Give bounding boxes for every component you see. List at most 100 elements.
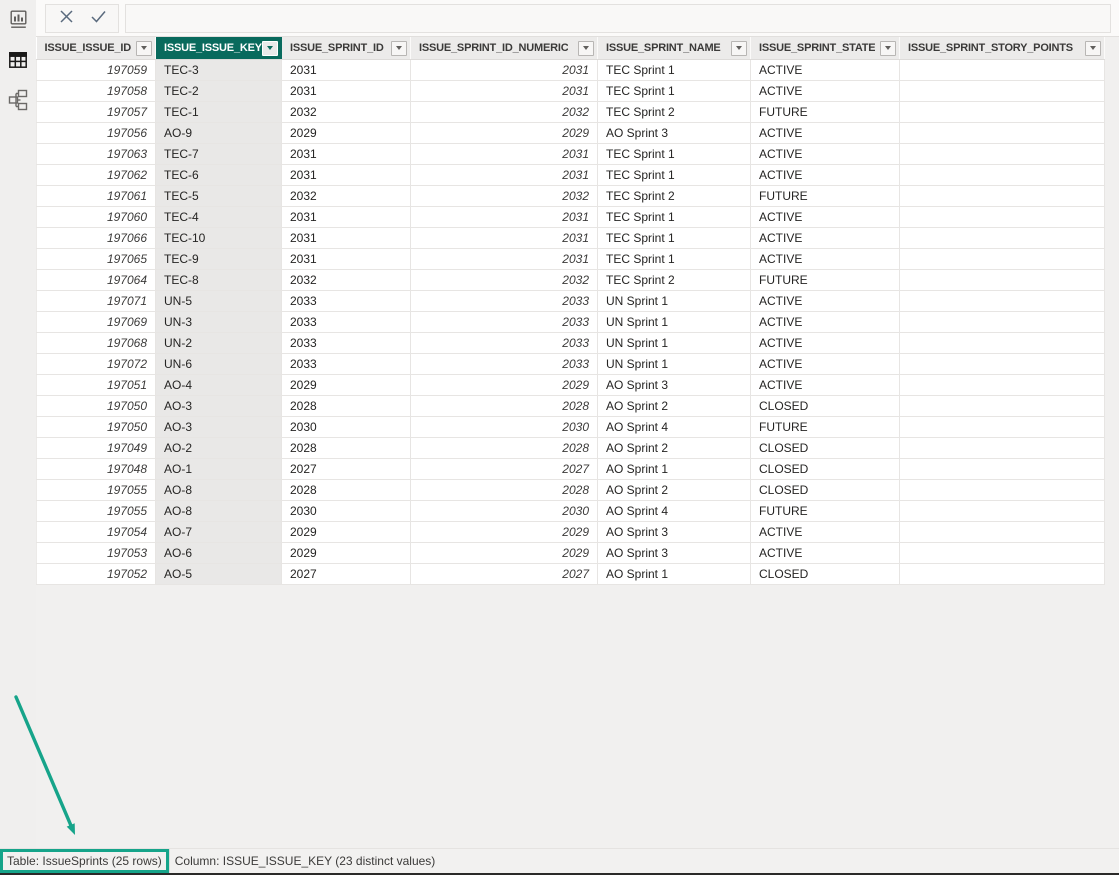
cell[interactable]: CLOSED	[751, 459, 900, 480]
cell[interactable]: AO Sprint 1	[598, 564, 751, 585]
cell[interactable]: TEC-5	[156, 186, 282, 207]
cell[interactable]: 2027	[282, 459, 411, 480]
cell[interactable]	[900, 501, 1105, 522]
column-filter-dropdown-icon[interactable]	[880, 41, 896, 56]
cell[interactable]: 2030	[411, 501, 598, 522]
cell[interactable]: AO Sprint 4	[598, 501, 751, 522]
cell[interactable]: 2031	[282, 207, 411, 228]
cell[interactable]	[900, 60, 1105, 81]
cell[interactable]: TEC-6	[156, 165, 282, 186]
cell[interactable]: TEC Sprint 1	[598, 165, 751, 186]
cell[interactable]: 2027	[411, 564, 598, 585]
cell[interactable]: 197050	[37, 396, 156, 417]
cell[interactable]: ACTIVE	[751, 354, 900, 375]
cell[interactable]: 2032	[411, 186, 598, 207]
cell[interactable]: 2033	[282, 291, 411, 312]
cell[interactable]: UN Sprint 1	[598, 312, 751, 333]
cell[interactable]: 197058	[37, 81, 156, 102]
column-header-issue_sprint_id_numeric[interactable]: ISSUE_SPRINT_ID_NUMERIC	[411, 37, 598, 60]
cell[interactable]	[900, 522, 1105, 543]
formula-input[interactable]	[125, 4, 1111, 33]
cell[interactable]: 2028	[411, 438, 598, 459]
cell[interactable]: 2028	[282, 396, 411, 417]
cell[interactable]: TEC Sprint 1	[598, 207, 751, 228]
cell[interactable]: FUTURE	[751, 102, 900, 123]
cell[interactable]: 2029	[411, 123, 598, 144]
cell[interactable]: AO-2	[156, 438, 282, 459]
cell[interactable]: ACTIVE	[751, 81, 900, 102]
cell[interactable]: TEC-4	[156, 207, 282, 228]
cell[interactable]: 197056	[37, 123, 156, 144]
cell[interactable]	[900, 396, 1105, 417]
cell[interactable]: 2032	[411, 270, 598, 291]
cell[interactable]: 197068	[37, 333, 156, 354]
cell[interactable]	[900, 186, 1105, 207]
cell[interactable]: 2029	[282, 375, 411, 396]
cell[interactable]: 2031	[411, 165, 598, 186]
cell[interactable]: 197063	[37, 144, 156, 165]
cell[interactable]: AO Sprint 2	[598, 396, 751, 417]
cell[interactable]: FUTURE	[751, 417, 900, 438]
cell[interactable]	[900, 249, 1105, 270]
cell[interactable]: 197051	[37, 375, 156, 396]
cell[interactable]: TEC-3	[156, 60, 282, 81]
cell[interactable]: 2030	[282, 417, 411, 438]
cell[interactable]: TEC Sprint 1	[598, 60, 751, 81]
cell[interactable]: CLOSED	[751, 564, 900, 585]
cell[interactable]	[900, 123, 1105, 144]
column-filter-dropdown-icon[interactable]	[262, 41, 278, 56]
cell[interactable]: AO Sprint 3	[598, 375, 751, 396]
cell[interactable]: FUTURE	[751, 270, 900, 291]
cell[interactable]	[900, 207, 1105, 228]
cell[interactable]: 2027	[282, 564, 411, 585]
cell[interactable]: 197062	[37, 165, 156, 186]
sidebar-item-model-view[interactable]	[6, 90, 30, 114]
cell[interactable]	[900, 480, 1105, 501]
cell[interactable]	[900, 333, 1105, 354]
cell[interactable]: 2028	[411, 480, 598, 501]
cell[interactable]: ACTIVE	[751, 333, 900, 354]
cell[interactable]: 197064	[37, 270, 156, 291]
cell[interactable]: ACTIVE	[751, 291, 900, 312]
cell[interactable]	[900, 543, 1105, 564]
cell[interactable]: ACTIVE	[751, 228, 900, 249]
cell[interactable]: UN-5	[156, 291, 282, 312]
cell[interactable]: 197060	[37, 207, 156, 228]
cell[interactable]: 197061	[37, 186, 156, 207]
column-header-issue_issue_key[interactable]: ISSUE_ISSUE_KEY	[156, 37, 282, 60]
cell[interactable]: AO Sprint 4	[598, 417, 751, 438]
cell[interactable]: 2031	[282, 144, 411, 165]
cell[interactable]: 197049	[37, 438, 156, 459]
cell[interactable]: FUTURE	[751, 186, 900, 207]
cell[interactable]: AO-3	[156, 396, 282, 417]
cell[interactable]: 2031	[282, 249, 411, 270]
cell[interactable]: AO-5	[156, 564, 282, 585]
cell[interactable]: AO Sprint 1	[598, 459, 751, 480]
cell[interactable]: TEC Sprint 2	[598, 186, 751, 207]
cell[interactable]: UN-2	[156, 333, 282, 354]
cell[interactable]	[900, 312, 1105, 333]
cell[interactable]: ACTIVE	[751, 207, 900, 228]
cell[interactable]: 2029	[411, 543, 598, 564]
cell[interactable]: FUTURE	[751, 501, 900, 522]
cell[interactable]: 197054	[37, 522, 156, 543]
cell[interactable]: AO-3	[156, 417, 282, 438]
commit-button[interactable]	[84, 6, 112, 30]
cell[interactable]: 2033	[282, 354, 411, 375]
cell[interactable]: 2031	[282, 165, 411, 186]
cell[interactable]	[900, 354, 1105, 375]
sidebar-item-report-view[interactable]	[6, 10, 30, 34]
cell[interactable]: AO-9	[156, 123, 282, 144]
cell[interactable]: ACTIVE	[751, 123, 900, 144]
cell[interactable]: 197053	[37, 543, 156, 564]
cell[interactable]: 2031	[411, 228, 598, 249]
cell[interactable]: UN-6	[156, 354, 282, 375]
column-header-issue_sprint_name[interactable]: ISSUE_SPRINT_NAME	[598, 37, 751, 60]
cell[interactable]: UN Sprint 1	[598, 291, 751, 312]
cell[interactable]: 2033	[411, 354, 598, 375]
column-filter-dropdown-icon[interactable]	[136, 41, 152, 56]
cell[interactable]: ACTIVE	[751, 60, 900, 81]
sidebar-item-data-view[interactable]	[6, 50, 30, 74]
cell[interactable]: TEC Sprint 1	[598, 81, 751, 102]
column-filter-dropdown-icon[interactable]	[391, 41, 407, 56]
